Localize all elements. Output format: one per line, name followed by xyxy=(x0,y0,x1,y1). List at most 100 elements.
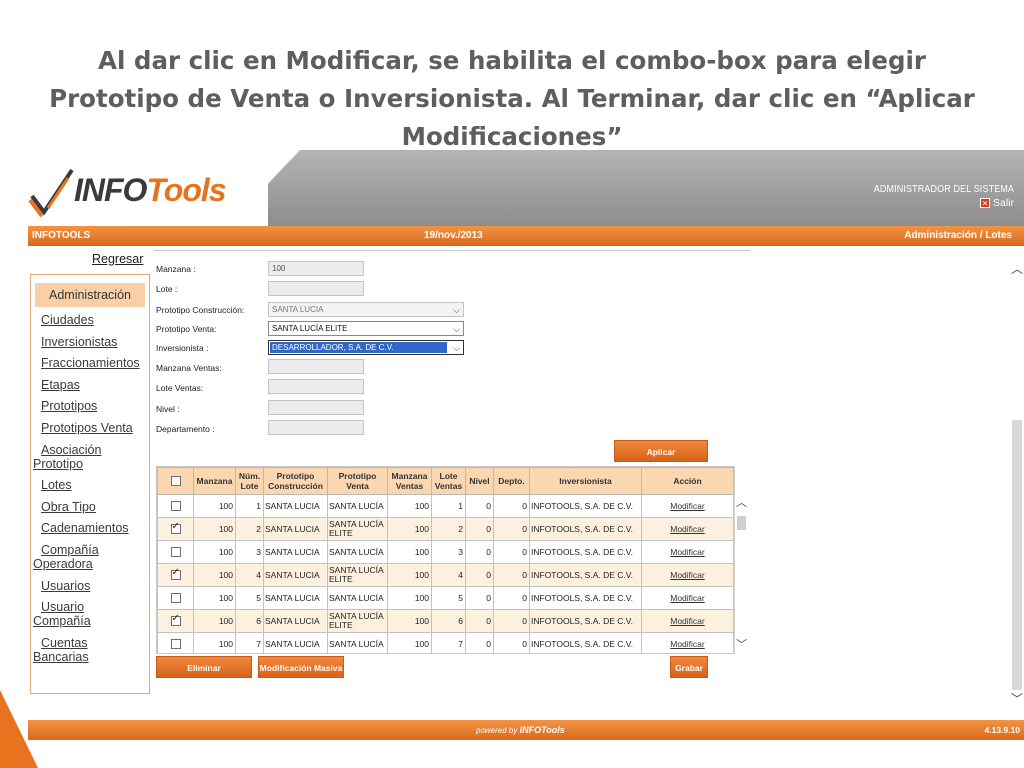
row-checkbox[interactable] xyxy=(170,547,181,557)
cell-num-lote: 7 xyxy=(235,632,264,653)
row-select-cell xyxy=(157,563,194,587)
sidebar-item-inversionistas[interactable]: Inversionistas xyxy=(31,335,149,349)
cell-lote-ventas: 6 xyxy=(431,609,466,633)
cell-manzana: 100 xyxy=(193,517,236,541)
delete-selected-button[interactable]: Eliminar Seleccionados xyxy=(156,656,252,695)
chevron-up-icon[interactable]: ︿ xyxy=(736,494,747,510)
row-checkbox[interactable] xyxy=(170,501,181,511)
inversionista-label: Inversionista : xyxy=(156,343,209,353)
cell-manzana-ventas: 100 xyxy=(387,494,432,518)
col-header-depto: Depto. xyxy=(493,467,530,495)
row-checkbox[interactable] xyxy=(170,568,181,580)
back-link[interactable]: Regresar xyxy=(92,252,143,266)
cell-nivel: 0 xyxy=(465,563,494,587)
save-button[interactable]: Grabar xyxy=(670,656,708,678)
cell-prototipo-construccion: SANTA LUCIA xyxy=(263,494,328,518)
sidebar-item-usuario-compania[interactable]: Usuario Compañía xyxy=(31,600,149,628)
mass-modify-button[interactable]: Modificación Masiva xyxy=(258,656,344,678)
form-divider xyxy=(154,250,750,251)
modify-link[interactable]: Modificar xyxy=(641,540,734,564)
sidebar-item-label-line2: Bancarias xyxy=(33,649,89,664)
lote-label: Lote : xyxy=(156,284,178,294)
table-row: 100 3 SANTA LUCIA SANTA LUCÍA 100 3 0 0 INFOTOOL… xyxy=(157,540,734,564)
table-scrollbar[interactable]: ︿ ﹀ xyxy=(734,466,748,654)
sidebar-item-compania-operadora[interactable]: Compañía Operadora xyxy=(31,543,149,571)
nav-app-name: INFOTOOLS xyxy=(32,230,91,241)
powered-by: powered by INFOTools xyxy=(476,725,565,735)
cell-nivel: 0 xyxy=(465,609,494,633)
sidebar-item-prototipos-venta[interactable]: Prototipos Venta xyxy=(31,421,149,435)
departamento-field[interactable] xyxy=(268,420,364,435)
table-row: 1002SANTA LUCIASANTA LUCÍA ELITE100200IN… xyxy=(157,517,734,541)
cell-manzana: 100 xyxy=(193,586,236,610)
modify-link[interactable]: Modificar xyxy=(641,609,734,633)
row-select-cell xyxy=(157,517,194,541)
cell-prototipo-construccion: SANTA LUCIA xyxy=(263,540,328,564)
manzana-ventas-field[interactable] xyxy=(268,359,364,374)
sidebar-item-label-line2: Compañía xyxy=(33,614,91,629)
app-footer: powered by INFOTools 4.13.9.10 xyxy=(28,720,1024,740)
cell-manzana: 100 xyxy=(193,540,236,564)
modify-link[interactable]: Modificar xyxy=(641,586,734,610)
row-checkbox[interactable] xyxy=(170,593,181,603)
sidebar-item-prototipos[interactable]: Prototipos xyxy=(31,399,149,413)
page-scroll-thumb[interactable] xyxy=(1012,420,1022,690)
sidebar-item-cuentas-bancarias[interactable]: Cuentas Bancarias xyxy=(31,636,149,664)
logout-link[interactable]: ✕ Salir xyxy=(979,197,1014,209)
cell-lote-ventas: 7 xyxy=(431,632,466,653)
cell-inversionista: INFOTOOLS, S.A. DE C.V. xyxy=(529,540,642,564)
row-checkbox[interactable] xyxy=(170,639,181,649)
col-header-nivel: Nivel xyxy=(465,467,494,495)
cell-depto: 0 xyxy=(493,609,530,633)
cell-nivel: 0 xyxy=(465,632,494,653)
nav-bar: INFOTOOLS 19/nov./2013 Administración / … xyxy=(28,226,1024,246)
select-all-checkbox[interactable] xyxy=(170,476,181,487)
cell-lote-ventas: 3 xyxy=(431,540,466,564)
sidebar-item-cadenamientos[interactable]: Cadenamientos xyxy=(31,521,149,535)
cell-manzana-ventas: 100 xyxy=(387,632,432,653)
chevron-up-icon[interactable]: ︿ xyxy=(1011,260,1023,277)
sidebar-section-title: Administración xyxy=(35,283,145,307)
sidebar-item-fraccionamientos[interactable]: Fraccionamientos xyxy=(31,356,149,370)
cell-prototipo-venta: SANTA LUCÍA xyxy=(327,632,388,653)
cell-depto: 0 xyxy=(493,540,530,564)
sidebar: Administración Ciudades Inversionistas F… xyxy=(30,274,150,694)
slide-title-line-2: Prototipo de Venta o Inversionista. Al T… xyxy=(49,84,975,113)
sidebar-item-ciudades[interactable]: Ciudades xyxy=(31,313,149,327)
sidebar-item-label: Compañía xyxy=(41,542,99,557)
sidebar-item-asociacion-prototipo[interactable]: Asociación Prototipo xyxy=(31,443,149,471)
page-scrollbar[interactable]: ︿ ﹀ xyxy=(1010,250,1024,716)
modify-link[interactable]: Modificar xyxy=(641,632,734,653)
slide-title: Al dar clic en Modificar, se habilita el… xyxy=(40,42,984,156)
table-scroll-thumb[interactable] xyxy=(737,516,746,530)
col-header-manzana: Manzana xyxy=(193,467,236,495)
modify-link[interactable]: Modificar xyxy=(641,517,734,541)
admin-label: ADMINISTRADOR DEL SISTEMA xyxy=(873,183,1014,195)
cell-lote-ventas: 1 xyxy=(431,494,466,518)
cell-prototipo-venta: SANTA LUCÍA ELITE xyxy=(327,517,388,541)
sidebar-item-obra-tipo[interactable]: Obra Tipo xyxy=(31,500,149,514)
lote-ventas-field[interactable] xyxy=(268,379,364,394)
nivel-field[interactable] xyxy=(268,400,364,415)
prototipo-venta-value: SANTA LUCÍA ELITE xyxy=(272,324,348,333)
modify-link[interactable]: Modificar xyxy=(641,563,734,587)
cell-prototipo-venta: SANTA LUCÍA ELITE xyxy=(327,609,388,633)
modify-link[interactable]: Modificar xyxy=(641,494,734,518)
prototipo-construccion-select[interactable]: SANTA LUCIA ⌵ xyxy=(268,302,464,317)
chevron-down-icon[interactable]: ﹀ xyxy=(736,636,747,652)
lote-field[interactable] xyxy=(268,281,364,296)
apply-modifications-button[interactable]: Aplicar Modificaciones xyxy=(614,440,708,479)
inversionista-select[interactable]: DESARROLLADOR, S.A. DE C.V. ⌵ xyxy=(268,340,464,355)
row-checkbox[interactable] xyxy=(170,614,181,626)
sidebar-item-lotes[interactable]: Lotes xyxy=(31,478,149,492)
sidebar-item-etapas[interactable]: Etapas xyxy=(31,378,149,392)
chevron-down-icon[interactable]: ﹀ xyxy=(1011,690,1023,707)
logo-panel-slant xyxy=(228,150,300,226)
manzana-field[interactable]: 100 xyxy=(268,261,364,276)
row-checkbox[interactable] xyxy=(170,522,181,534)
cell-num-lote: 5 xyxy=(235,586,264,610)
cell-inversionista: INFOTOOLS, S.A. DE C.V. xyxy=(529,609,642,633)
sidebar-item-usuarios[interactable]: Usuarios xyxy=(31,579,149,593)
prototipo-venta-select[interactable]: SANTA LUCÍA ELITE ⌵ xyxy=(268,321,464,336)
cell-lote-ventas: 4 xyxy=(431,563,466,587)
